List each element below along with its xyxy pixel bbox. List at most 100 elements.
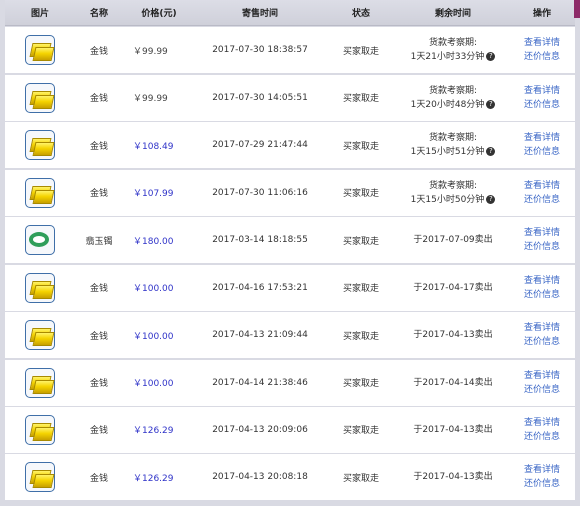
actions-cell: 查看详情 还价信息 bbox=[509, 321, 575, 349]
actions-cell: 查看详情 还价信息 bbox=[509, 179, 575, 207]
item-status: 买家取走 bbox=[342, 94, 379, 105]
item-name: 金钱 bbox=[89, 46, 108, 57]
bargain-info-link[interactable]: 还价信息 bbox=[509, 335, 575, 349]
item-status: 买家取走 bbox=[342, 236, 379, 247]
actions-cell: 查看详情 还价信息 bbox=[509, 274, 575, 302]
bargain-info-link[interactable]: 还价信息 bbox=[509, 430, 575, 444]
view-details-link[interactable]: 查看详情 bbox=[509, 131, 575, 145]
remaining-line-1: 货款考察期: bbox=[428, 133, 478, 144]
listed-time: 2017-07-30 18:38:57 bbox=[212, 45, 308, 56]
item-image-cell bbox=[5, 130, 75, 161]
remaining-line-2: 1天15小时50分钟 bbox=[410, 194, 485, 205]
view-details-link[interactable]: 查看详情 bbox=[509, 321, 575, 335]
view-details-link[interactable]: 查看详情 bbox=[509, 463, 575, 477]
listed-time: 2017-04-13 21:09:44 bbox=[212, 330, 308, 341]
item-thumbnail[interactable] bbox=[25, 35, 55, 66]
header-status: 状态 bbox=[351, 9, 370, 19]
view-details-link[interactable]: 查看详情 bbox=[509, 369, 575, 383]
remaining-time: 于2017-04-13卖出 bbox=[397, 328, 509, 342]
bargain-info-link[interactable]: 还价信息 bbox=[509, 477, 575, 491]
remaining-line-1: 于2017-04-17卖出 bbox=[413, 282, 493, 293]
listed-time: 2017-04-13 20:09:06 bbox=[212, 424, 308, 435]
item-thumbnail[interactable] bbox=[25, 320, 55, 351]
bargain-info-link[interactable]: 还价信息 bbox=[509, 288, 575, 302]
listed-time: 2017-03-14 18:18:55 bbox=[212, 235, 308, 246]
item-image-cell bbox=[5, 320, 75, 351]
table-row: 金钱 ￥99.99 2017-07-30 18:38:57 买家取走 货款考察期… bbox=[5, 27, 575, 74]
header-image: 图片 bbox=[30, 9, 49, 19]
item-name: 金钱 bbox=[89, 284, 108, 295]
remaining-line-2: 1天20小时48分钟 bbox=[410, 99, 485, 110]
remaining-line-1: 于2017-04-13卖出 bbox=[413, 330, 493, 341]
remaining-time: 货款考察期: 1天15小时50分钟? bbox=[397, 179, 509, 207]
help-icon[interactable]: ? bbox=[486, 194, 496, 204]
item-thumbnail[interactable] bbox=[25, 177, 55, 208]
bargain-info-link[interactable]: 还价信息 bbox=[509, 240, 575, 254]
item-status: 买家取走 bbox=[342, 141, 379, 152]
item-thumbnail[interactable] bbox=[25, 130, 55, 161]
item-image-cell bbox=[5, 272, 75, 303]
table-body: 金钱 ￥99.99 2017-07-30 18:38:57 买家取走 货款考察期… bbox=[5, 27, 575, 501]
item-status: 买家取走 bbox=[342, 284, 379, 295]
bargain-info-link[interactable]: 还价信息 bbox=[509, 193, 575, 207]
bargain-info-link[interactable]: 还价信息 bbox=[509, 145, 575, 159]
item-price: ￥100.00 bbox=[133, 331, 174, 342]
table-row: 金钱 ￥126.29 2017-04-13 20:08:18 买家取走 于201… bbox=[5, 454, 575, 501]
actions-cell: 查看详情 还价信息 bbox=[509, 36, 575, 64]
remaining-time: 货款考察期: 1天20小时48分钟? bbox=[397, 84, 509, 112]
bargain-info-link[interactable]: 还价信息 bbox=[509, 98, 575, 112]
item-status: 买家取走 bbox=[342, 189, 379, 200]
item-thumbnail[interactable] bbox=[25, 414, 55, 445]
table-row: 金钱 ￥100.00 2017-04-13 21:09:44 买家取走 于201… bbox=[5, 312, 575, 359]
view-details-link[interactable]: 查看详情 bbox=[509, 84, 575, 98]
help-icon[interactable]: ? bbox=[486, 52, 496, 62]
bargain-info-link[interactable]: 还价信息 bbox=[509, 383, 575, 397]
remaining-line-1: 货款考察期: bbox=[428, 38, 478, 49]
remaining-time: 于2017-04-14卖出 bbox=[397, 376, 509, 390]
item-price: ￥99.99 bbox=[133, 94, 168, 105]
item-thumbnail[interactable] bbox=[25, 462, 55, 493]
view-details-link[interactable]: 查看详情 bbox=[509, 36, 575, 50]
remaining-time: 货款考察期: 1天15小时51分钟? bbox=[397, 131, 509, 159]
item-thumbnail[interactable] bbox=[25, 82, 55, 113]
listed-time: 2017-07-30 11:06:16 bbox=[212, 187, 308, 198]
item-image-cell bbox=[5, 225, 75, 256]
remaining-line-2: 1天21小时33分钟 bbox=[410, 52, 485, 63]
item-price: ￥99.99 bbox=[133, 46, 168, 57]
view-details-link[interactable]: 查看详情 bbox=[509, 416, 575, 430]
listed-time: 2017-04-16 17:53:21 bbox=[212, 282, 308, 293]
item-status: 买家取走 bbox=[342, 426, 379, 437]
side-tab bbox=[574, 0, 580, 18]
actions-cell: 查看详情 还价信息 bbox=[509, 416, 575, 444]
item-image-cell bbox=[5, 82, 75, 113]
header-listed-time: 寄售时间 bbox=[241, 9, 278, 19]
table-row: 翡玉镯 ￥180.00 2017-03-14 18:18:55 买家取走 于20… bbox=[5, 217, 575, 264]
item-status: 买家取走 bbox=[342, 379, 379, 389]
item-thumbnail[interactable] bbox=[25, 272, 55, 303]
item-status: 买家取走 bbox=[342, 473, 379, 484]
item-price: ￥126.29 bbox=[133, 473, 174, 484]
item-thumbnail[interactable] bbox=[25, 367, 55, 398]
view-details-link[interactable]: 查看详情 bbox=[509, 226, 575, 240]
table-row: 金钱 ￥108.49 2017-07-29 21:47:44 买家取走 货款考察… bbox=[5, 122, 575, 169]
remaining-line-2: 1天15小时51分钟 bbox=[410, 147, 485, 158]
item-name: 金钱 bbox=[89, 141, 108, 152]
sales-records-table: 图片 名称 价格(元) 寄售时间 状态 剩余时间 操作 金钱 ￥99.99 20… bbox=[5, 0, 575, 506]
help-icon[interactable]: ? bbox=[486, 99, 496, 109]
help-icon[interactable]: ? bbox=[486, 147, 496, 157]
table-row: 金钱 ￥99.99 2017-07-30 14:05:51 买家取走 货款考察期… bbox=[5, 74, 575, 121]
remaining-time: 于2017-04-13卖出 bbox=[397, 470, 509, 484]
item-thumbnail[interactable] bbox=[25, 225, 55, 256]
table-row: 金钱 ￥126.29 2017-04-13 20:09:06 买家取走 于201… bbox=[5, 406, 575, 453]
item-price: ￥100.00 bbox=[133, 379, 174, 389]
item-price: ￥126.29 bbox=[133, 426, 174, 437]
item-status: 买家取走 bbox=[342, 331, 379, 342]
remaining-time: 于2017-04-17卖出 bbox=[397, 281, 509, 295]
view-details-link[interactable]: 查看详情 bbox=[509, 179, 575, 193]
item-name: 金钱 bbox=[89, 379, 108, 389]
bargain-info-link[interactable]: 还价信息 bbox=[509, 50, 575, 64]
item-price: ￥100.00 bbox=[133, 284, 174, 295]
remaining-line-1: 于2017-04-13卖出 bbox=[413, 472, 493, 483]
view-details-link[interactable]: 查看详情 bbox=[509, 274, 575, 288]
item-status: 买家取走 bbox=[342, 46, 379, 57]
